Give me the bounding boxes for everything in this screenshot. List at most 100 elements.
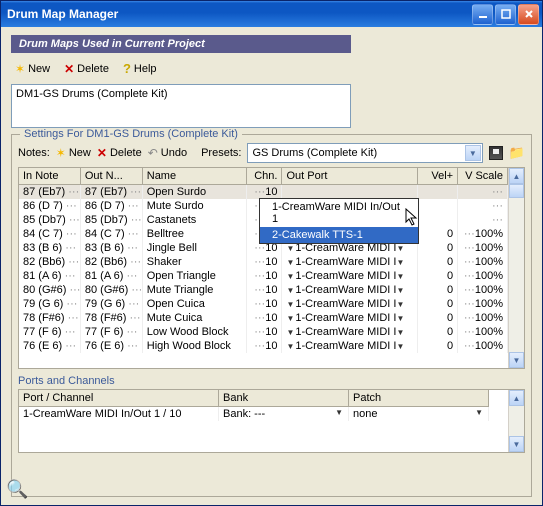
vertical-scrollbar[interactable]: ▲ ▼ (508, 168, 524, 368)
table-row[interactable]: 76 (E 6) ···76 (E 6) ···High Wood Block·… (19, 339, 508, 353)
in-note-cell[interactable]: 83 (B 6) ··· (19, 241, 81, 255)
close-button[interactable] (518, 4, 539, 25)
save-button[interactable] (489, 146, 503, 160)
vel-cell[interactable] (418, 199, 458, 213)
in-note-cell[interactable]: 82 (Bb6) ··· (19, 255, 81, 269)
in-note-cell[interactable]: 81 (A 6) ··· (19, 269, 81, 283)
out-note-cell[interactable]: 78 (F#6) ··· (81, 311, 143, 325)
drum-maps-listbox[interactable]: DM1-GS Drums (Complete Kit) (11, 84, 351, 128)
help-button[interactable]: ? Help (123, 61, 157, 76)
col-bank[interactable]: Bank (219, 390, 349, 407)
name-cell[interactable]: Shaker (143, 255, 247, 269)
maximize-button[interactable] (495, 4, 516, 25)
out-note-cell[interactable]: 80 (G#6) ··· (81, 283, 143, 297)
col-in-note[interactable]: In Note (19, 168, 81, 185)
name-cell[interactable]: Open Cuica (143, 297, 247, 311)
vel-cell[interactable]: 0 (418, 255, 458, 269)
out-port-cell[interactable]: ▼1-CreamWare MIDI I▼ (282, 311, 418, 325)
table-row[interactable]: 82 (Bb6) ···82 (Bb6) ···Shaker···10▼1-Cr… (19, 255, 508, 269)
name-cell[interactable]: Open Surdo (143, 185, 247, 199)
table-row[interactable]: 77 (F 6) ···77 (F 6) ···Low Wood Block··… (19, 325, 508, 339)
in-note-cell[interactable]: 87 (Eb7) ··· (19, 185, 81, 199)
vscale-cell[interactable]: ···100% (458, 325, 508, 339)
vscale-cell[interactable]: ···100% (458, 241, 508, 255)
table-row[interactable]: 87 (Eb7) ···87 (Eb7) ···Open Surdo···10·… (19, 185, 508, 199)
vel-cell[interactable]: 0 (418, 325, 458, 339)
in-note-cell[interactable]: 84 (C 7) ··· (19, 227, 81, 241)
grid-body[interactable]: In Note Out N... Name Chn. Out Port Vel+… (19, 168, 508, 368)
vel-cell[interactable]: 0 (418, 241, 458, 255)
out-port-dropdown-menu[interactable]: 1-CreamWare MIDI In/Out 1 2-Cakewalk TTS… (259, 198, 419, 244)
vscale-cell[interactable]: ··· (458, 185, 508, 199)
vel-cell[interactable]: 0 (418, 283, 458, 297)
vscale-cell[interactable]: ···100% (458, 269, 508, 283)
out-port-cell[interactable]: ▼1-CreamWare MIDI I▼ (282, 339, 418, 353)
table-row[interactable]: 78 (F#6) ···78 (F#6) ···Mute Cuica···10▼… (19, 311, 508, 325)
name-cell[interactable]: Mute Surdo (143, 199, 247, 213)
vscale-cell[interactable]: ···100% (458, 311, 508, 325)
out-note-cell[interactable]: 82 (Bb6) ··· (81, 255, 143, 269)
notes-delete-button[interactable]: ✕ Delete (97, 146, 142, 160)
table-row[interactable]: 81 (A 6) ···81 (A 6) ···Open Triangle···… (19, 269, 508, 283)
scroll-down-button[interactable]: ▼ (509, 352, 524, 368)
vscale-cell[interactable]: ··· (458, 199, 508, 213)
out-port-cell[interactable] (282, 185, 418, 199)
in-note-cell[interactable]: 86 (D 7) ··· (19, 199, 81, 213)
presets-dropdown[interactable]: GS Drums (Complete Kit) ▼ (247, 143, 482, 163)
col-out-port[interactable]: Out Port (282, 168, 418, 185)
out-note-cell[interactable]: 76 (E 6) ··· (81, 339, 143, 353)
vscale-cell[interactable]: ···100% (458, 227, 508, 241)
table-row[interactable]: 79 (G 6) ···79 (G 6) ···Open Cuica···10▼… (19, 297, 508, 311)
vscale-cell[interactable]: ···100% (458, 339, 508, 353)
out-note-cell[interactable]: 86 (D 7) ··· (81, 199, 143, 213)
col-chn[interactable]: Chn. (247, 168, 283, 185)
chn-cell[interactable]: ···10 (247, 297, 283, 311)
in-note-cell[interactable]: 79 (G 6) ··· (19, 297, 81, 311)
patch-cell[interactable]: none ▼ (349, 407, 489, 421)
out-port-cell[interactable]: ▼1-CreamWare MIDI I▼ (282, 325, 418, 339)
ports-row[interactable]: 1-CreamWare MIDI In/Out 1 / 10 Bank: ---… (19, 407, 508, 421)
out-port-cell[interactable]: ▼1-CreamWare MIDI I▼ (282, 297, 418, 311)
scroll-thumb[interactable] (509, 184, 524, 198)
out-note-cell[interactable]: 84 (C 7) ··· (81, 227, 143, 241)
chn-cell[interactable]: ···10 (247, 255, 283, 269)
chn-cell[interactable]: ···10 (247, 339, 283, 353)
col-vel[interactable]: Vel+ (418, 168, 458, 185)
name-cell[interactable]: Open Triangle (143, 269, 247, 283)
chn-cell[interactable]: ···10 (247, 311, 283, 325)
col-out-note[interactable]: Out N... (81, 168, 143, 185)
scroll-up-button[interactable]: ▲ (509, 390, 524, 406)
vel-cell[interactable]: 0 (418, 311, 458, 325)
drum-map-item[interactable]: DM1-GS Drums (Complete Kit) (16, 88, 346, 100)
name-cell[interactable]: Mute Cuica (143, 311, 247, 325)
col-name[interactable]: Name (143, 168, 247, 185)
in-note-cell[interactable]: 80 (G#6) ··· (19, 283, 81, 297)
out-note-cell[interactable]: 87 (Eb7) ··· (81, 185, 143, 199)
vscale-cell[interactable]: ···100% (458, 255, 508, 269)
vel-cell[interactable]: 0 (418, 269, 458, 283)
chn-cell[interactable]: ···10 (247, 269, 283, 283)
name-cell[interactable]: Jingle Bell (143, 241, 247, 255)
out-note-cell[interactable]: 85 (Db7) ··· (81, 213, 143, 227)
vel-cell[interactable] (418, 185, 458, 199)
out-note-cell[interactable]: 83 (B 6) ··· (81, 241, 143, 255)
in-note-cell[interactable]: 78 (F#6) ··· (19, 311, 81, 325)
in-note-cell[interactable]: 76 (E 6) ··· (19, 339, 81, 353)
ports-scrollbar[interactable]: ▲ ▼ (508, 390, 524, 452)
col-patch[interactable]: Patch (349, 390, 489, 407)
vel-cell[interactable]: 0 (418, 339, 458, 353)
table-row[interactable]: 80 (G#6) ···80 (G#6) ···Mute Triangle···… (19, 283, 508, 297)
minimize-button[interactable] (472, 4, 493, 25)
out-port-cell[interactable]: ▼1-CreamWare MIDI I▼ (282, 269, 418, 283)
name-cell[interactable]: Belltree (143, 227, 247, 241)
open-button[interactable] (509, 145, 525, 161)
notes-undo-button[interactable]: ↶ Undo (148, 146, 187, 160)
titlebar[interactable]: Drum Map Manager (1, 1, 542, 27)
chn-cell[interactable]: ···10 (247, 325, 283, 339)
col-vscale[interactable]: V Scale (458, 168, 508, 185)
out-note-cell[interactable]: 77 (F 6) ··· (81, 325, 143, 339)
chn-cell[interactable]: ···10 (247, 185, 283, 199)
name-cell[interactable]: Mute Triangle (143, 283, 247, 297)
out-note-cell[interactable]: 81 (A 6) ··· (81, 269, 143, 283)
out-note-cell[interactable]: 79 (G 6) ··· (81, 297, 143, 311)
